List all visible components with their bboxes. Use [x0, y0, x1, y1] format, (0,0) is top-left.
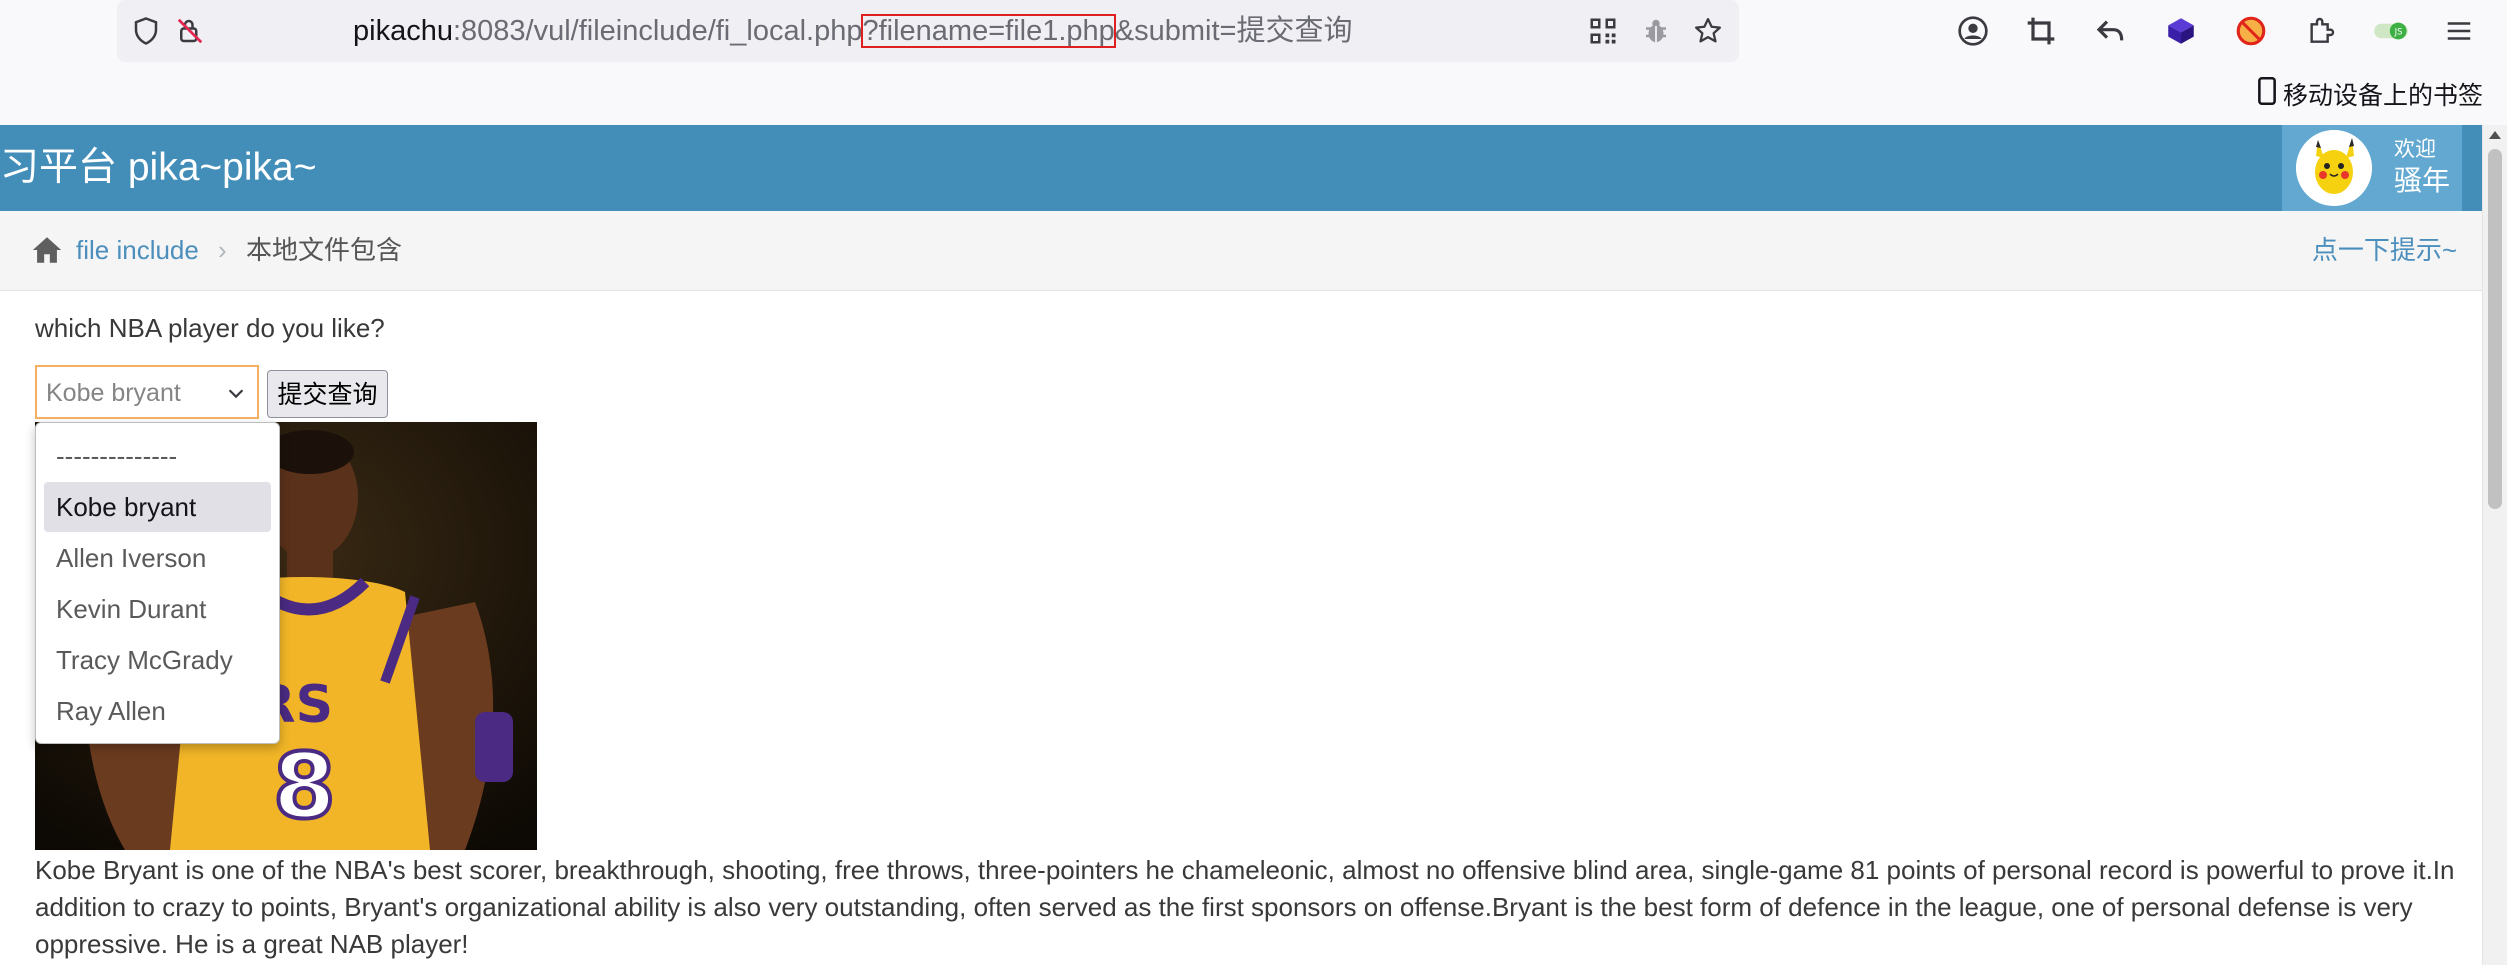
dropdown-option-placeholder[interactable]: --------------	[44, 431, 271, 481]
page-scrollbar[interactable]	[2482, 125, 2507, 965]
bookmarks-label: 移动设备上的书签	[2282, 82, 2483, 110]
question-label: which NBA player do you like?	[35, 313, 385, 343]
scroll-thumb[interactable]	[2488, 149, 2502, 509]
blocked-icon[interactable]	[2230, 10, 2272, 52]
toggle-icon[interactable]: JS	[2370, 10, 2412, 52]
undo-icon[interactable]	[2090, 10, 2132, 52]
jersey-number: 8	[273, 734, 336, 839]
account-icon[interactable]	[1952, 10, 1994, 52]
home-icon[interactable]	[30, 233, 64, 267]
app-title[interactable]: 习平台 pika~pika~	[0, 141, 316, 195]
welcome-text: 欢迎	[2394, 138, 2436, 161]
crop-icon[interactable]	[2020, 10, 2062, 52]
app-header: 习平台 pika~pika~ 欢迎 骚年	[0, 125, 2482, 211]
dropdown-option-kobe-bryant[interactable]: Kobe bryant	[44, 482, 271, 532]
address-bar[interactable]: pikachu:8083/vul/fileinclude/fi_local.ph…	[117, 0, 1739, 62]
submit-button[interactable]: 提交查询	[267, 370, 388, 418]
mobile-phone-icon	[2257, 77, 2277, 115]
dropdown-option-tracy-mcgrady[interactable]: Tracy McGrady	[44, 635, 271, 685]
puzzle-icon[interactable]	[2300, 10, 2342, 52]
select-value: Kobe bryant	[46, 379, 181, 407]
breadcrumb-separator: ›	[218, 235, 227, 265]
mobile-bookmarks[interactable]: 移动设备上的书签	[2257, 77, 2483, 115]
player-dropdown-list[interactable]: -------------- Kobe bryant Allen Iverson…	[35, 422, 280, 744]
breadcrumb-current: 本地文件包含	[246, 235, 403, 265]
player-select[interactable]: Kobe bryant	[35, 365, 259, 419]
avatar	[2296, 130, 2372, 206]
chevron-down-icon	[225, 382, 247, 404]
dropdown-option-ray-allen[interactable]: Ray Allen	[44, 686, 271, 736]
hint-link[interactable]: 点一下提示~	[2312, 233, 2457, 267]
scroll-up-arrow-icon[interactable]	[2489, 131, 2501, 139]
shield-icon[interactable]	[127, 12, 165, 50]
qr-code-icon[interactable]	[1582, 10, 1624, 52]
url-text[interactable]: pikachu:8083/vul/fileinclude/fi_local.ph…	[353, 10, 1353, 52]
extension-cube-icon[interactable]	[2160, 10, 2202, 52]
breadcrumb-link-file-include[interactable]: file include	[76, 233, 199, 267]
breadcrumb: file include › 本地文件包含 点一下提示~	[0, 211, 2482, 291]
url-query: &submit=提交查询	[1114, 15, 1353, 47]
dropdown-option-allen-iverson[interactable]: Allen Iverson	[44, 533, 271, 583]
bug-icon[interactable]	[1635, 10, 1677, 52]
url-highlighted-query: ?filename=file1.php	[861, 14, 1116, 48]
menu-icon[interactable]	[2438, 10, 2480, 52]
player-description: Kobe Bryant is one of the NBA's best sco…	[35, 855, 2455, 959]
browser-toolbar: pikachu:8083/vul/fileinclude/fi_local.ph…	[0, 0, 2507, 125]
url-host: pikachu	[353, 15, 453, 47]
user-name: 骚年	[2394, 165, 2451, 196]
lock-warning-icon[interactable]	[171, 12, 209, 50]
user-menu[interactable]: 欢迎 骚年	[2282, 125, 2462, 211]
svg-text:JS: JS	[2394, 27, 2403, 37]
dropdown-option-kevin-durant[interactable]: Kevin Durant	[44, 584, 271, 634]
url-path: :8083/vul/fileinclude/fi_local.php	[452, 15, 863, 47]
star-icon[interactable]	[1687, 10, 1729, 52]
